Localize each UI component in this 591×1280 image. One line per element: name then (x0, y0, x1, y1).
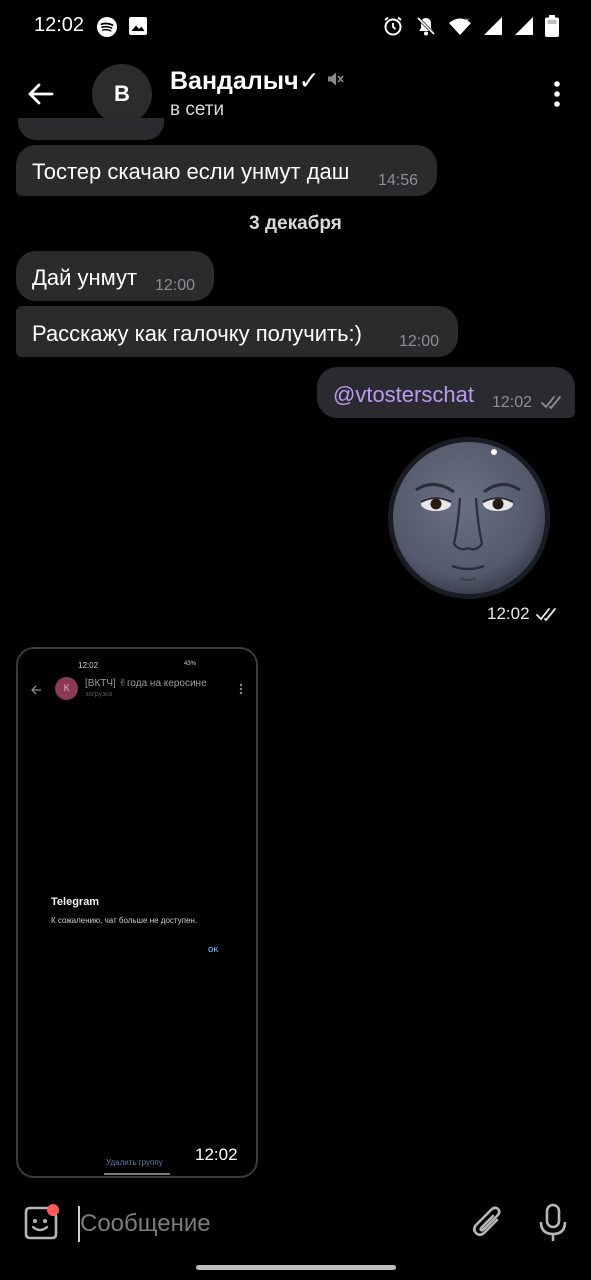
voice-message-button[interactable] (538, 1202, 568, 1244)
microphone-icon (539, 1203, 567, 1241)
attach-button[interactable] (470, 1204, 506, 1242)
more-menu-button[interactable] (545, 78, 569, 110)
embedded-avatar: К (55, 677, 78, 700)
embedded-dialog-title: Telegram (51, 896, 100, 908)
more-vert-icon (554, 81, 560, 107)
battery-icon (545, 15, 559, 42)
embedded-back-icon (30, 682, 42, 700)
muted-speaker-icon (326, 70, 344, 93)
sticker-time: 12:02 (487, 604, 530, 623)
embedded-time: 12:02 (78, 661, 99, 670)
embedded-dialog-ok: OK (208, 947, 219, 954)
mention-link[interactable]: @vtosterschat (333, 382, 474, 408)
embedded-nav-pill (104, 1173, 170, 1175)
message-text: Тостер скачаю если унмут даш (32, 159, 350, 184)
embedded-delete-group: Удалить группу (106, 1158, 163, 1167)
alarm-icon (382, 15, 404, 42)
message-text: Расскажу как галочку получить:) (32, 321, 362, 346)
embedded-chat-title: [ВКТЧ] ✌года на керосине (85, 678, 207, 689)
screenshot-time: 12:02 (195, 1145, 238, 1164)
message-time: 12:02 (492, 394, 533, 411)
avatar-letter: В (114, 81, 130, 106)
message-bubble-in[interactable]: Тостер скачаю если унмут даш 14:56 (16, 145, 437, 196)
image-icon (128, 16, 148, 43)
embedded-menu-icon (239, 682, 243, 700)
chat-title-group[interactable]: Вандалыч✓ (170, 66, 344, 96)
svg-text:x: x (465, 16, 469, 25)
wifi-icon: x (448, 16, 472, 41)
message-bubble-in[interactable]: Дай унмут 12:00 (16, 251, 214, 301)
status-bar: 12:02 x (0, 0, 591, 52)
gesture-nav-bar[interactable] (196, 1265, 396, 1270)
moon-face-sticker[interactable] (386, 436, 552, 600)
date-separator: 3 декабря (249, 213, 342, 234)
message-time: 12:00 (155, 277, 196, 294)
embedded-avatar-letter: К (63, 683, 70, 694)
spotify-icon (96, 16, 118, 43)
message-input[interactable]: Сообщение (78, 1206, 448, 1242)
embedded-chat-subtitle: загрузка (85, 691, 113, 698)
message-input-bar: Сообщение (0, 1190, 591, 1256)
paperclip-icon (472, 1206, 501, 1237)
back-button[interactable] (22, 76, 58, 112)
message-time: 12:00 (399, 333, 440, 350)
embedded-battery: 43% (184, 661, 197, 667)
signal-icon (483, 16, 503, 41)
screenshot-image-message[interactable]: 12:02 43% К [ВКТЧ] ✌года на керосине заг… (16, 647, 258, 1178)
double-check-icon (536, 606, 560, 627)
sticker-button[interactable] (22, 1204, 59, 1240)
chat-status: в сети (170, 99, 225, 120)
message-input-placeholder: Сообщение (80, 1210, 211, 1237)
double-check-icon (541, 394, 565, 415)
mute-notifications-icon (415, 15, 437, 42)
embedded-status-icons: 43% (184, 661, 196, 667)
embedded-dialog-text: К сожалению, чат больше не доступен. (51, 916, 198, 925)
avatar[interactable]: В (92, 64, 152, 124)
message-bubble-in[interactable]: Расскажу как галочку получить:) 12:00 (16, 306, 458, 357)
chat-title: Вандалыч✓ (170, 67, 320, 95)
status-time: 12:02 (34, 14, 85, 36)
back-arrow-icon (28, 83, 54, 105)
signal-icon (514, 16, 534, 41)
sticker-smile-icon (24, 1204, 59, 1240)
message-time: 14:56 (378, 172, 419, 189)
message-text: Дай унмут (32, 265, 138, 290)
message-bubble-cut (18, 118, 164, 140)
message-bubble-out[interactable]: @vtosterschat 12:02 (317, 367, 575, 418)
